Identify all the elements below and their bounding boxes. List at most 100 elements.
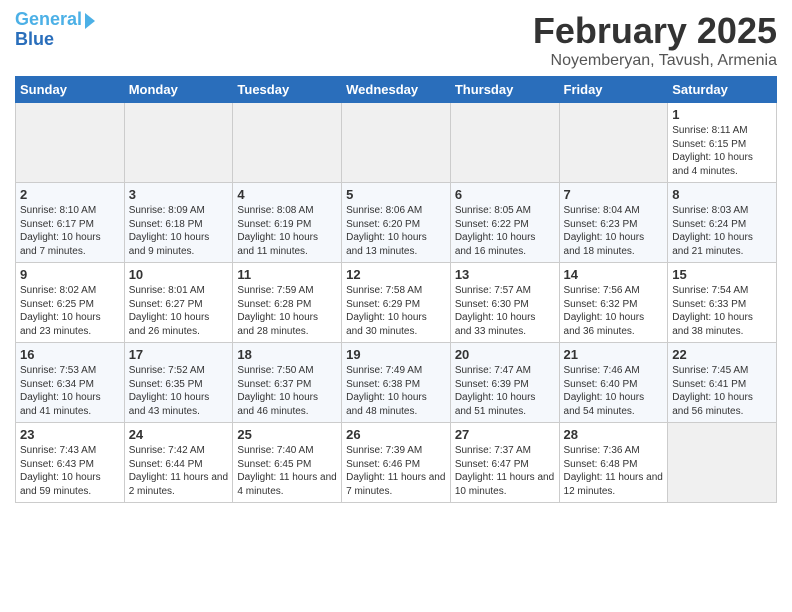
day-cell bbox=[16, 103, 125, 183]
day-number: 13 bbox=[455, 267, 555, 282]
day-cell: 11Sunrise: 7:59 AM Sunset: 6:28 PM Dayli… bbox=[233, 263, 342, 343]
col-monday: Monday bbox=[124, 77, 233, 103]
week-row-1: 2 Sunrise: 8:10 AM Sunset: 6:17 PM Daylig… bbox=[16, 183, 777, 263]
day-number: 23 bbox=[20, 427, 120, 442]
day-info: Sunrise: 7:56 AM Sunset: 6:32 PM Dayligh… bbox=[564, 284, 664, 338]
day-cell bbox=[450, 103, 559, 183]
day-cell: 6 Sunrise: 8:05 AM Sunset: 6:22 PM Daylig… bbox=[450, 183, 559, 263]
day-cell: 17 Sunrise: 7:52 AM Sunset: 6:35 PM Dayli… bbox=[124, 343, 233, 423]
day-info: Sunrise: 7:49 AM Sunset: 6:38 PM Dayligh… bbox=[346, 364, 446, 418]
day-number: 6 bbox=[455, 187, 555, 202]
day-info: Sunrise: 8:10 AM Sunset: 6:17 PM Dayligh… bbox=[20, 204, 120, 258]
col-friday: Friday bbox=[559, 77, 668, 103]
day-info: Sunrise: 7:50 AM Sunset: 6:37 PM Dayligh… bbox=[237, 364, 337, 418]
day-cell bbox=[342, 103, 451, 183]
col-tuesday: Tuesday bbox=[233, 77, 342, 103]
page-container: General Blue February 2025 Noyemberyan, … bbox=[0, 0, 792, 513]
day-cell: 15 Sunrise: 7:54 AM Sunset: 6:33 PM Dayli… bbox=[668, 263, 777, 343]
day-info: Sunrise: 8:02 AM Sunset: 6:25 PM Dayligh… bbox=[20, 284, 120, 338]
day-cell: 9 Sunrise: 8:02 AM Sunset: 6:25 PM Daylig… bbox=[16, 263, 125, 343]
col-sunday: Sunday bbox=[16, 77, 125, 103]
day-cell: 14 Sunrise: 7:56 AM Sunset: 6:32 PM Dayli… bbox=[559, 263, 668, 343]
logo: General Blue bbox=[15, 10, 95, 50]
day-info: Sunrise: 7:39 AM Sunset: 6:46 PM Dayligh… bbox=[346, 444, 446, 498]
day-info: Sunrise: 7:45 AM Sunset: 6:41 PM Dayligh… bbox=[672, 364, 772, 418]
day-info: Sunrise: 7:58 AM Sunset: 6:29 PM Dayligh… bbox=[346, 284, 446, 338]
day-info: Sunrise: 8:06 AM Sunset: 6:20 PM Dayligh… bbox=[346, 204, 446, 258]
day-cell: 8 Sunrise: 8:03 AM Sunset: 6:24 PM Daylig… bbox=[668, 183, 777, 263]
day-cell: 28 Sunrise: 7:36 AM Sunset: 6:48 PM Dayli… bbox=[559, 423, 668, 503]
day-cell: 13 Sunrise: 7:57 AM Sunset: 6:30 PM Dayli… bbox=[450, 263, 559, 343]
day-number: 25 bbox=[237, 427, 337, 442]
logo-text2: Blue bbox=[15, 30, 54, 50]
day-number: 9 bbox=[20, 267, 120, 282]
day-cell: 16Sunrise: 7:53 AM Sunset: 6:34 PM Dayli… bbox=[16, 343, 125, 423]
day-number: 17 bbox=[129, 347, 229, 362]
title-block: February 2025 Noyemberyan, Tavush, Armen… bbox=[533, 10, 777, 70]
col-thursday: Thursday bbox=[450, 77, 559, 103]
day-info: Sunrise: 8:03 AM Sunset: 6:24 PM Dayligh… bbox=[672, 204, 772, 258]
day-cell: 21 Sunrise: 7:46 AM Sunset: 6:40 PM Dayli… bbox=[559, 343, 668, 423]
day-number: 15 bbox=[672, 267, 772, 282]
day-cell: 7Sunrise: 8:04 AM Sunset: 6:23 PM Daylig… bbox=[559, 183, 668, 263]
day-number: 10 bbox=[129, 267, 229, 282]
calendar-table: Sunday Monday Tuesday Wednesday Thursday… bbox=[15, 76, 777, 503]
day-info: Sunrise: 7:57 AM Sunset: 6:30 PM Dayligh… bbox=[455, 284, 555, 338]
day-number: 21 bbox=[564, 347, 664, 362]
day-number: 14 bbox=[564, 267, 664, 282]
col-wednesday: Wednesday bbox=[342, 77, 451, 103]
day-cell: 10 Sunrise: 8:01 AM Sunset: 6:27 PM Dayli… bbox=[124, 263, 233, 343]
day-cell: 22Sunrise: 7:45 AM Sunset: 6:41 PM Dayli… bbox=[668, 343, 777, 423]
day-info: Sunrise: 8:09 AM Sunset: 6:18 PM Dayligh… bbox=[129, 204, 229, 258]
day-number: 28 bbox=[564, 427, 664, 442]
day-cell: 5 Sunrise: 8:06 AM Sunset: 6:20 PM Daylig… bbox=[342, 183, 451, 263]
day-info: Sunrise: 7:46 AM Sunset: 6:40 PM Dayligh… bbox=[564, 364, 664, 418]
day-number: 26 bbox=[346, 427, 446, 442]
week-row-4: 23 Sunrise: 7:43 AM Sunset: 6:43 PM Dayli… bbox=[16, 423, 777, 503]
day-number: 2 bbox=[20, 187, 120, 202]
day-number: 20 bbox=[455, 347, 555, 362]
day-number: 27 bbox=[455, 427, 555, 442]
day-info: Sunrise: 7:40 AM Sunset: 6:45 PM Dayligh… bbox=[237, 444, 337, 498]
day-info: Sunrise: 8:01 AM Sunset: 6:27 PM Dayligh… bbox=[129, 284, 229, 338]
header: General Blue February 2025 Noyemberyan, … bbox=[15, 10, 777, 70]
week-row-3: 16Sunrise: 7:53 AM Sunset: 6:34 PM Dayli… bbox=[16, 343, 777, 423]
day-number: 12 bbox=[346, 267, 446, 282]
day-info: Sunrise: 7:47 AM Sunset: 6:39 PM Dayligh… bbox=[455, 364, 555, 418]
week-row-0: 1Sunrise: 8:11 AM Sunset: 6:15 PM Daylig… bbox=[16, 103, 777, 183]
day-cell: 3 Sunrise: 8:09 AM Sunset: 6:18 PM Daylig… bbox=[124, 183, 233, 263]
month-title: February 2025 bbox=[533, 10, 777, 52]
day-info: Sunrise: 7:59 AM Sunset: 6:28 PM Dayligh… bbox=[237, 284, 337, 338]
location-title: Noyemberyan, Tavush, Armenia bbox=[533, 52, 777, 70]
col-saturday: Saturday bbox=[668, 77, 777, 103]
day-cell: 27 Sunrise: 7:37 AM Sunset: 6:47 PM Dayli… bbox=[450, 423, 559, 503]
day-number: 7 bbox=[564, 187, 664, 202]
day-cell bbox=[233, 103, 342, 183]
day-cell: 25 Sunrise: 7:40 AM Sunset: 6:45 PM Dayli… bbox=[233, 423, 342, 503]
header-row: Sunday Monday Tuesday Wednesday Thursday… bbox=[16, 77, 777, 103]
day-info: Sunrise: 7:43 AM Sunset: 6:43 PM Dayligh… bbox=[20, 444, 120, 498]
day-cell: 26 Sunrise: 7:39 AM Sunset: 6:46 PM Dayli… bbox=[342, 423, 451, 503]
day-cell: 12 Sunrise: 7:58 AM Sunset: 6:29 PM Dayli… bbox=[342, 263, 451, 343]
day-info: Sunrise: 7:52 AM Sunset: 6:35 PM Dayligh… bbox=[129, 364, 229, 418]
day-cell: 23 Sunrise: 7:43 AM Sunset: 6:43 PM Dayli… bbox=[16, 423, 125, 503]
day-cell: 2 Sunrise: 8:10 AM Sunset: 6:17 PM Daylig… bbox=[16, 183, 125, 263]
day-cell: 20 Sunrise: 7:47 AM Sunset: 6:39 PM Dayli… bbox=[450, 343, 559, 423]
day-info: Sunrise: 7:36 AM Sunset: 6:48 PM Dayligh… bbox=[564, 444, 664, 498]
day-info: Sunrise: 8:05 AM Sunset: 6:22 PM Dayligh… bbox=[455, 204, 555, 258]
logo-text: General bbox=[15, 10, 82, 30]
day-cell: 4Sunrise: 8:08 AM Sunset: 6:19 PM Daylig… bbox=[233, 183, 342, 263]
day-info: Sunrise: 7:54 AM Sunset: 6:33 PM Dayligh… bbox=[672, 284, 772, 338]
day-info: Sunrise: 7:37 AM Sunset: 6:47 PM Dayligh… bbox=[455, 444, 555, 498]
day-cell: 18 Sunrise: 7:50 AM Sunset: 6:37 PM Dayli… bbox=[233, 343, 342, 423]
day-number: 3 bbox=[129, 187, 229, 202]
day-cell bbox=[124, 103, 233, 183]
day-number: 1 bbox=[672, 107, 772, 122]
day-number: 5 bbox=[346, 187, 446, 202]
day-number: 18 bbox=[237, 347, 337, 362]
day-number: 8 bbox=[672, 187, 772, 202]
week-row-2: 9 Sunrise: 8:02 AM Sunset: 6:25 PM Daylig… bbox=[16, 263, 777, 343]
day-number: 4 bbox=[237, 187, 337, 202]
day-cell bbox=[559, 103, 668, 183]
day-cell bbox=[668, 423, 777, 503]
